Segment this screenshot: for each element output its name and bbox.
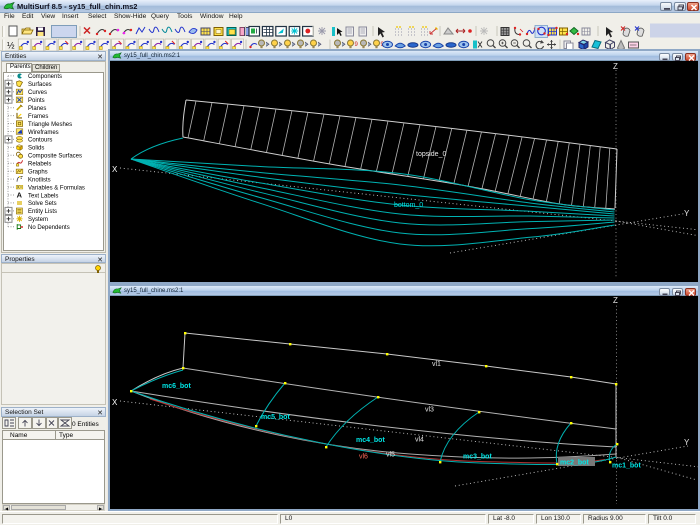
svg-text:X: X xyxy=(112,398,118,407)
svg-text:Text Labels: Text Labels xyxy=(28,193,58,199)
svg-text:Points: Points xyxy=(28,98,45,104)
svg-text:Components: Components xyxy=(28,74,62,80)
svg-text:Knotlists: Knotlists xyxy=(28,177,51,183)
svg-text:vl1: vl1 xyxy=(432,361,441,368)
svg-text:mc5_bot: mc5_bot xyxy=(261,414,290,421)
svg-text:mc3_bot: mc3_bot xyxy=(463,454,492,461)
svg-text:mc1_bot: mc1_bot xyxy=(612,463,641,470)
svg-text:Planes: Planes xyxy=(28,106,46,112)
svg-text:System: System xyxy=(28,217,48,223)
svg-text:Z: Z xyxy=(613,62,618,71)
svg-text:vl4: vl4 xyxy=(415,437,424,444)
svg-text:Graphs: Graphs xyxy=(28,170,48,176)
svg-text:Frames: Frames xyxy=(28,114,48,120)
svg-text:vl6: vl6 xyxy=(359,454,368,461)
svg-text:Triangle Meshes: Triangle Meshes xyxy=(28,122,72,128)
svg-text:bottom_0: bottom_0 xyxy=(394,202,423,209)
svg-text:Contours: Contours xyxy=(28,138,52,144)
svg-text:X=: X= xyxy=(17,185,23,190)
svg-text:Surfaces: Surfaces xyxy=(28,82,52,88)
svg-text:Variables & Formulas: Variables & Formulas xyxy=(28,185,85,191)
svg-text:0 Entities: 0 Entities xyxy=(72,421,99,428)
svg-text:Z: Z xyxy=(613,296,618,305)
svg-text:Curves: Curves xyxy=(28,90,47,96)
svg-text:Composite Surfaces: Composite Surfaces xyxy=(28,154,82,160)
svg-text:Entity Lists: Entity Lists xyxy=(28,209,57,215)
svg-text:A: A xyxy=(17,191,23,200)
svg-text:mc4_bot: mc4_bot xyxy=(356,437,385,444)
svg-text:X: X xyxy=(112,165,118,174)
svg-text:Y: Y xyxy=(684,209,690,218)
svg-text:Relabels: Relabels xyxy=(28,162,51,168)
svg-text:mc6_bot: mc6_bot xyxy=(162,383,191,390)
svg-text:Solve Sets: Solve Sets xyxy=(28,201,57,207)
svg-text:vl5: vl5 xyxy=(386,452,395,459)
svg-text:Y: Y xyxy=(684,438,690,447)
svg-text:topside_0: topside_0 xyxy=(416,151,446,158)
svg-text:Solids: Solids xyxy=(28,146,44,152)
svg-text:Wireframes: Wireframes xyxy=(28,130,59,136)
svg-text:vl3: vl3 xyxy=(425,407,434,414)
svg-text:9: 9 xyxy=(355,42,359,48)
svg-text:mc2_bot: mc2_bot xyxy=(560,460,589,467)
svg-text:No Dependents: No Dependents xyxy=(28,225,70,231)
svg-text:½: ½ xyxy=(7,41,15,51)
